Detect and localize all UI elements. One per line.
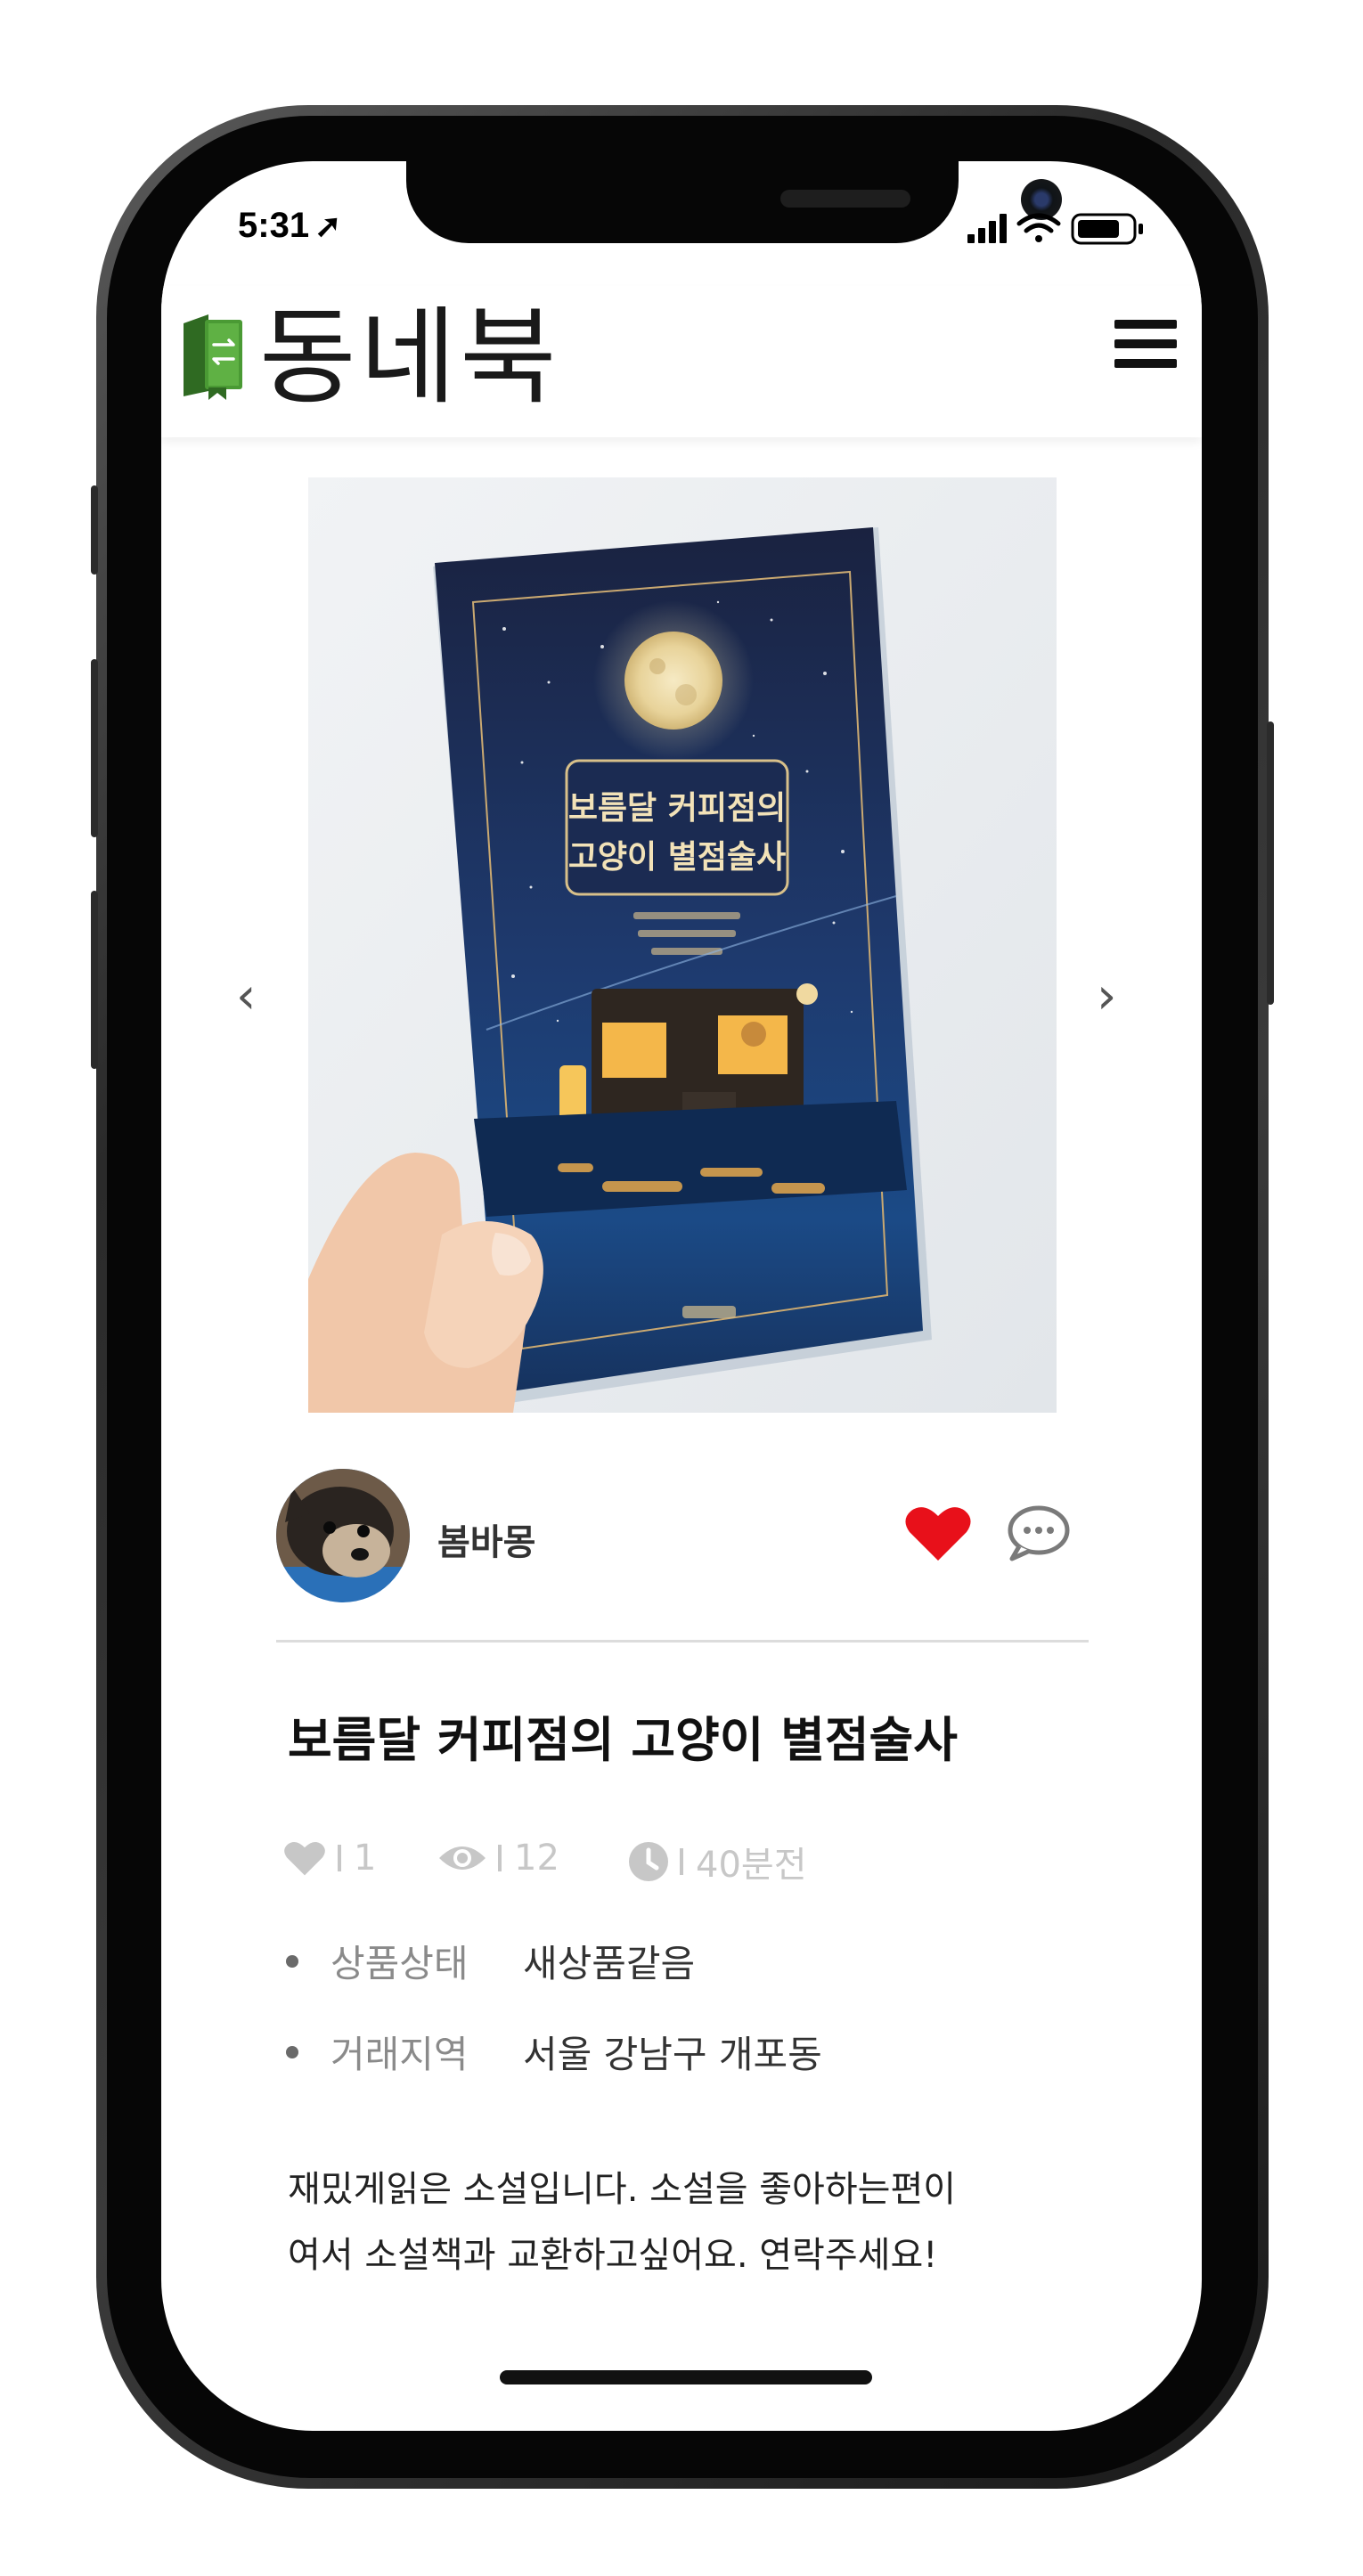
time-stat: 40분전 bbox=[628, 1836, 807, 1887]
notch bbox=[406, 161, 1062, 243]
product-description: 재밌게읽은 소설입니다. 소설을 좋아하는편이 여서 소설책과 교환하고싶어요.… bbox=[288, 2156, 1090, 2288]
detail-label: 상품상태 bbox=[331, 1942, 469, 1985]
description-line: 여서 소설책과 교환하고싶어요. 연락주세요! bbox=[288, 2235, 938, 2276]
hamburger-icon[interactable] bbox=[1114, 320, 1177, 375]
cellular-signal-icon bbox=[967, 214, 1007, 243]
app-logo-text[interactable]: 동네북 bbox=[259, 295, 560, 420]
clock-text: 5:31 bbox=[238, 206, 310, 245]
views-count: 12 bbox=[514, 1838, 559, 1879]
detail-region: 거래지역 서울 강남구 개포동 bbox=[286, 2025, 822, 2079]
description-line: 재밌게읽은 소설입니다. 소설을 좋아하는편이 bbox=[288, 2169, 957, 2210]
heart-icon[interactable] bbox=[902, 1502, 974, 1568]
side-button bbox=[91, 485, 98, 575]
chevron-right-icon[interactable]: › bbox=[1097, 967, 1116, 1025]
bullet-dot bbox=[286, 2045, 298, 2058]
phone-screen: 5:31 ➚ 동네북 보름달 커피점의 고양이 별점술사 ‹ › 봄바몽 보름달… bbox=[161, 161, 1202, 2431]
eye-icon bbox=[439, 1846, 486, 1870]
battery-icon bbox=[1071, 213, 1143, 245]
status-time: 5:31 ➚ bbox=[238, 206, 341, 246]
views-stat: 12 bbox=[437, 1836, 559, 1879]
volume-up-button bbox=[91, 659, 98, 837]
likes-stat: 1 bbox=[282, 1836, 376, 1879]
detail-value: 서울 강남구 개포동 bbox=[523, 2033, 822, 2076]
wifi-icon bbox=[1016, 213, 1061, 242]
chevron-left-icon[interactable]: ‹ bbox=[236, 967, 256, 1025]
posted-time: 40분전 bbox=[696, 1845, 807, 1886]
volume-down-button bbox=[91, 891, 98, 1069]
product-title: 보름달 커피점의 고양이 별점술사 bbox=[288, 1712, 958, 1768]
status-icons bbox=[967, 209, 1163, 252]
likes-count: 1 bbox=[354, 1838, 377, 1879]
product-photo[interactable]: 보름달 커피점의 고양이 별점술사 bbox=[308, 477, 1057, 1413]
power-button bbox=[1267, 721, 1274, 1005]
location-icon: ➚ bbox=[314, 208, 342, 244]
detail-value: 새상품같음 bbox=[523, 1942, 696, 1985]
divider bbox=[276, 1640, 1089, 1643]
bullet-dot bbox=[286, 1954, 298, 1968]
speaker-grill bbox=[780, 190, 910, 208]
clock-icon bbox=[629, 1842, 668, 1881]
device-mockup: 5:31 ➚ 동네북 보름달 커피점의 고양이 별점술사 ‹ › 봄바몽 보름달… bbox=[0, 0, 1363, 2576]
book-icon[interactable] bbox=[178, 311, 249, 404]
cover-title-line2: 고양이 별점술사 bbox=[568, 839, 786, 876]
avatar[interactable] bbox=[276, 1469, 410, 1602]
home-indicator[interactable] bbox=[500, 2370, 872, 2384]
chat-bubble-icon[interactable] bbox=[1003, 1502, 1074, 1568]
cover-title-line1: 보름달 커피점의 bbox=[568, 790, 786, 827]
seller-name[interactable]: 봄바몽 bbox=[437, 1513, 535, 1565]
detail-label: 거래지역 bbox=[331, 2033, 469, 2076]
heart-outline-icon bbox=[284, 1841, 325, 1876]
detail-condition: 상품상태 새상품같음 bbox=[286, 1934, 695, 1988]
